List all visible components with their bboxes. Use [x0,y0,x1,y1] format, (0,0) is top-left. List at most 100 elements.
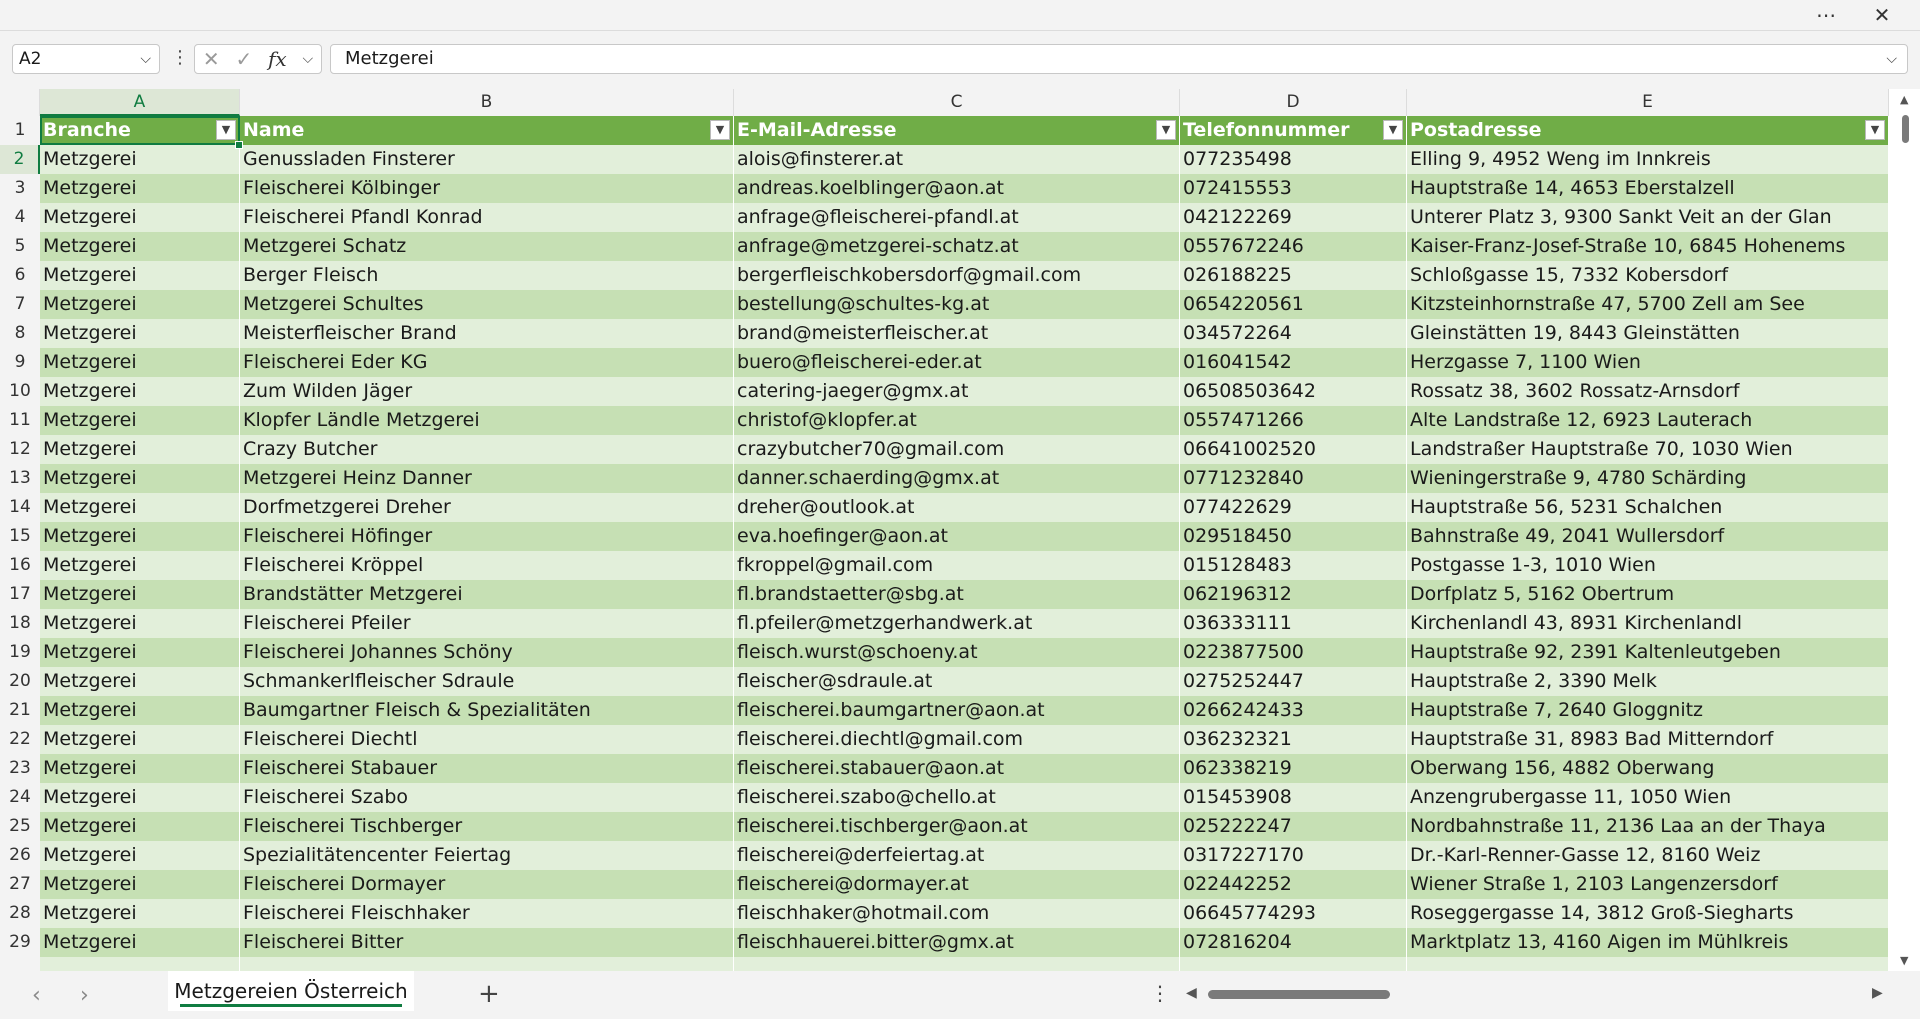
cell[interactable]: 015453908 [1180,783,1407,812]
cell[interactable]: 029518450 [1180,522,1407,551]
cell[interactable]: 042122269 [1180,203,1407,232]
header-cell[interactable]: Name ▼ [240,116,734,145]
cell[interactable]: Hauptstraße 92, 2391 Kaltenleutgeben [1407,638,1889,667]
cell[interactable]: fleischerei.tischberger@aon.at [734,812,1180,841]
cell[interactable]: Postgasse 1-3, 1010 Wien [1407,551,1889,580]
row-header[interactable]: 3 [0,174,40,203]
cell[interactable]: 036333111 [1180,609,1407,638]
row-header[interactable]: 25 [0,812,40,841]
header-cell[interactable]: Telefonnummer ▼ [1180,116,1407,145]
cell[interactable]: 077422629 [1180,493,1407,522]
cell[interactable]: Fleischerei Höfinger [240,522,734,551]
cell[interactable] [40,957,240,971]
cell[interactable]: Metzgerei [40,493,240,522]
cell[interactable]: Hauptstraße 56, 5231 Schalchen [1407,493,1889,522]
row-header[interactable]: 19 [0,638,40,667]
cell[interactable]: Berger Fleisch [240,261,734,290]
cell[interactable]: anfrage@fleischerei-pfandl.at [734,203,1180,232]
cancel-icon[interactable]: ✕ [203,47,220,71]
cell[interactable]: Hauptstraße 7, 2640 Gloggnitz [1407,696,1889,725]
cell[interactable]: bestellung@schultes-kg.at [734,290,1180,319]
filter-dropdown-icon[interactable]: ▼ [1156,120,1176,140]
cell[interactable]: Anzengrubergasse 11, 1050 Wien [1407,783,1889,812]
cell[interactable]: Roseggergasse 14, 3812 Groß-Siegharts [1407,899,1889,928]
cell[interactable]: dreher@outlook.at [734,493,1180,522]
spreadsheet-grid[interactable]: A B C D E 1 Branche ▼ Name ▼ E-Mail-Adresse ▼ Telefo… [0,89,1892,971]
cell[interactable]: Fleischerei Dormayer [240,870,734,899]
cell[interactable]: fleischerei.stabauer@aon.at [734,754,1180,783]
cell[interactable]: Metzgerei [40,667,240,696]
cell[interactable]: buero@fleischerei-eder.at [734,348,1180,377]
cell[interactable]: 06645774293 [1180,899,1407,928]
cell[interactable]: 0654220561 [1180,290,1407,319]
vertical-scrollbar[interactable]: ▲ ▼ [1892,89,1920,971]
cell[interactable]: fleischhaker@hotmail.com [734,899,1180,928]
cell[interactable]: Fleischerei Bitter [240,928,734,957]
cell[interactable]: christof@klopfer.at [734,406,1180,435]
row-header[interactable]: 28 [0,899,40,928]
cell[interactable]: 0223877500 [1180,638,1407,667]
cell[interactable]: Metzgerei Schultes [240,290,734,319]
cell[interactable]: Rossatz 38, 3602 Rossatz-Arnsdorf [1407,377,1889,406]
cell[interactable]: Metzgerei [40,174,240,203]
cell[interactable]: fleischhauerei.bitter@gmx.at [734,928,1180,957]
cell[interactable]: danner.schaerding@gmx.at [734,464,1180,493]
cell[interactable]: 022442252 [1180,870,1407,899]
cell[interactable]: catering-jaeger@gmx.at [734,377,1180,406]
cell[interactable] [734,957,1180,971]
cell[interactable]: Herzgasse 7, 1100 Wien [1407,348,1889,377]
vertical-scroll-thumb[interactable] [1902,115,1909,143]
filter-dropdown-icon[interactable]: ▼ [710,120,730,140]
cell[interactable]: Metzgerei [40,609,240,638]
row-header[interactable]: 23 [0,754,40,783]
column-header-b[interactable]: B [240,89,734,116]
cell[interactable]: 0557672246 [1180,232,1407,261]
cell[interactable]: fleischer@sdraule.at [734,667,1180,696]
cell[interactable]: Dr.-Karl-Renner-Gasse 12, 8160 Weiz [1407,841,1889,870]
row-header[interactable]: 12 [0,435,40,464]
cell[interactable]: Gleinstätten 19, 8443 Gleinstätten [1407,319,1889,348]
cell[interactable]: 072415553 [1180,174,1407,203]
cell[interactable]: Metzgerei [40,783,240,812]
cell[interactable] [1180,957,1407,971]
cell[interactable]: Baumgartner Fleisch & Spezialitäten [240,696,734,725]
cell[interactable]: fl.pfeiler@metzgerhandwerk.at [734,609,1180,638]
cell[interactable]: Nordbahnstraße 11, 2136 Laa an der Thaya [1407,812,1889,841]
cell[interactable]: Metzgerei [40,870,240,899]
row-header[interactable]: 24 [0,783,40,812]
cell[interactable]: Metzgerei [40,841,240,870]
formula-options-icon[interactable]: ⋮ [171,44,189,74]
column-header-e[interactable]: E [1407,89,1889,116]
row-header[interactable]: 15 [0,522,40,551]
cell[interactable]: Metzgerei [40,899,240,928]
cell[interactable]: alois@finsterer.at [734,145,1180,174]
cell[interactable]: 062196312 [1180,580,1407,609]
row-header[interactable]: 11 [0,406,40,435]
cell[interactable]: Fleischerei Szabo [240,783,734,812]
cell[interactable]: Metzgerei [40,145,240,174]
header-cell[interactable]: Branche ▼ [40,116,240,145]
horizontal-scroll-thumb[interactable] [1208,990,1390,999]
cell[interactable]: 025222247 [1180,812,1407,841]
row-header[interactable]: 21 [0,696,40,725]
cell[interactable]: Schmankerlfleischer Sdraule [240,667,734,696]
cell[interactable]: 062338219 [1180,754,1407,783]
row-header[interactable]: 6 [0,261,40,290]
chevron-down-icon[interactable]: ⌵ [302,51,313,67]
cell[interactable]: 036232321 [1180,725,1407,754]
cell[interactable]: Metzgerei [40,812,240,841]
cell[interactable]: crazybutcher70@gmail.com [734,435,1180,464]
cell[interactable] [240,957,734,971]
cell[interactable]: Fleischerei Pfandl Konrad [240,203,734,232]
row-header[interactable]: 26 [0,841,40,870]
row-header[interactable]: 20 [0,667,40,696]
cell[interactable]: Hauptstraße 14, 4653 Eberstalzell [1407,174,1889,203]
cell[interactable]: Schloßgasse 15, 7332 Kobersdorf [1407,261,1889,290]
cell[interactable]: Fleischerei Tischberger [240,812,734,841]
cell[interactable]: Metzgerei [40,725,240,754]
row-header[interactable]: 9 [0,348,40,377]
more-icon[interactable]: ⋯ [1804,0,1848,30]
cell[interactable]: Oberwang 156, 4882 Oberwang [1407,754,1889,783]
filter-dropdown-icon[interactable]: ▼ [1865,120,1885,140]
name-box[interactable]: A2 ⌵ [12,44,160,74]
